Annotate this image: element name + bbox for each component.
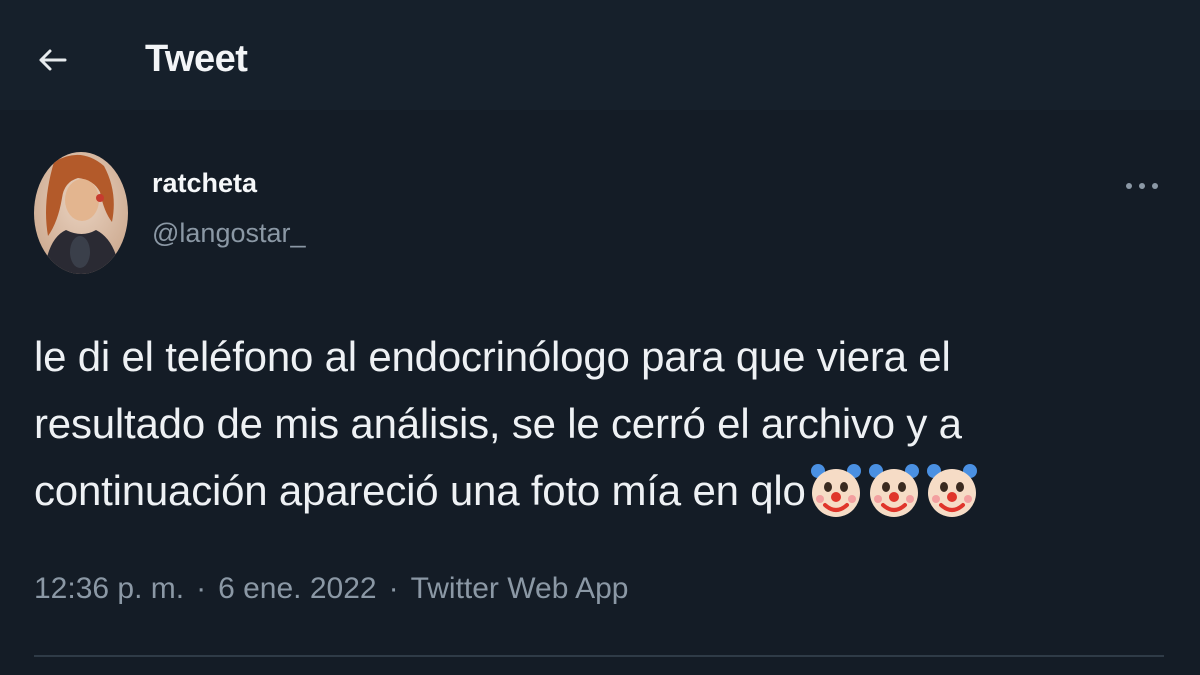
tweet-source[interactable]: Twitter Web App <box>411 572 629 606</box>
page-title: Tweet <box>145 38 248 80</box>
arrow-left-icon <box>39 49 67 71</box>
meta-separator: · <box>388 572 399 605</box>
top-bar: Tweet <box>0 0 1200 110</box>
tweet-time[interactable]: 12:36 p. m. <box>34 572 184 606</box>
divider <box>34 655 1164 657</box>
clown-face-emoji <box>868 464 919 517</box>
tweet-page: Tweet ratcheta @langostar_ le di el telé… <box>0 0 1200 675</box>
avatar[interactable] <box>34 152 128 274</box>
author-handle[interactable]: @langostar_ <box>152 218 306 249</box>
clown-face-emoji <box>926 464 977 517</box>
author-display-name[interactable]: ratcheta <box>152 168 257 199</box>
tweet-text-line: resultado de mis análisis, se le cerró e… <box>34 400 962 447</box>
back-button[interactable] <box>30 38 74 82</box>
tweet-metadata: 12:36 p. m. · 6 ene. 2022 · Twitter Web App <box>34 572 628 606</box>
tweet-date[interactable]: 6 ene. 2022 <box>218 572 376 606</box>
clown-face-emoji <box>810 464 861 517</box>
tweet-text-segment: continuación apareció una foto mía en ql… <box>34 467 806 514</box>
more-horizontal-icon <box>1126 183 1158 189</box>
tweet-text: le di el teléfono al endocrinólogo para … <box>34 323 1144 524</box>
more-options-button[interactable] <box>1122 174 1162 198</box>
meta-separator: · <box>196 572 207 605</box>
tweet-text-line: le di el teléfono al endocrinólogo para … <box>34 333 951 380</box>
tweet-author: ratcheta @langostar_ <box>30 152 1170 282</box>
profile-photo <box>34 152 128 274</box>
tweet-text-line: continuación apareció una foto mía en ql… <box>34 457 1144 524</box>
